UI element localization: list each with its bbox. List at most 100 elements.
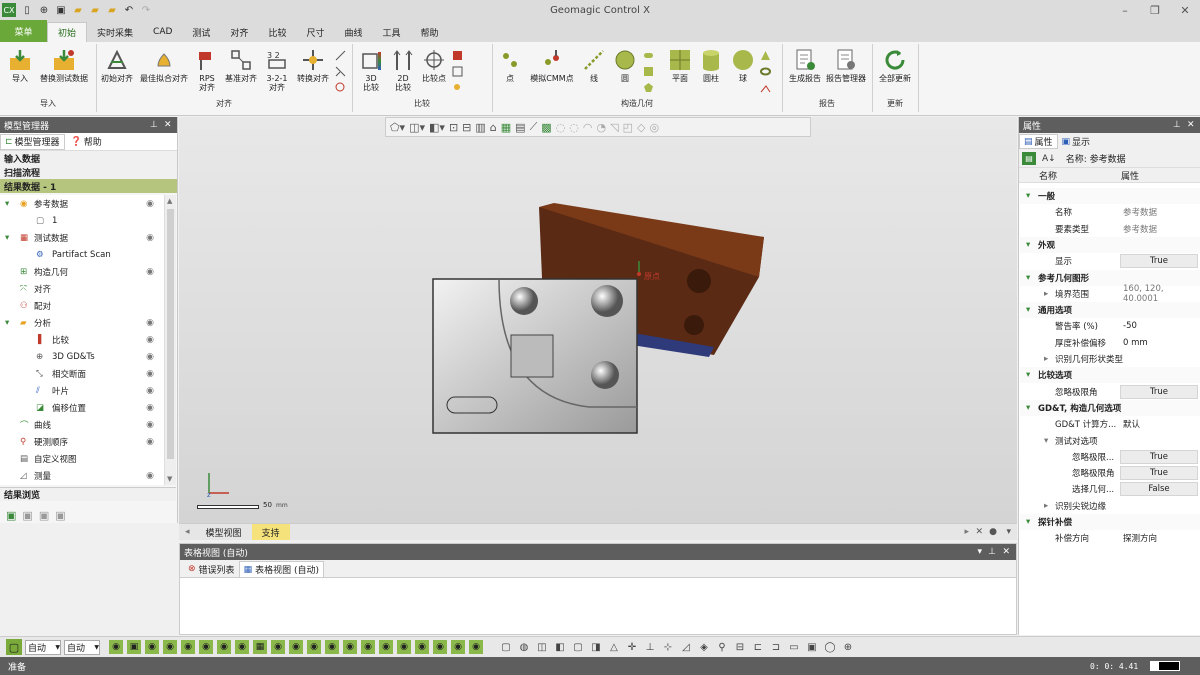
filter-toggle-icon[interactable]: ◉ bbox=[289, 640, 303, 654]
property-row[interactable]: 显示 True bbox=[1020, 253, 1200, 269]
property-row[interactable]: ▾ 外观 bbox=[1020, 236, 1200, 253]
tab-compare[interactable]: 比较 bbox=[258, 22, 296, 42]
part-model[interactable] bbox=[429, 197, 769, 437]
tab-menu[interactable]: 菜单 bbox=[0, 20, 47, 42]
filter-toggle-icon[interactable]: ◉ bbox=[361, 640, 375, 654]
select-mode-icon[interactable]: ▢ bbox=[6, 639, 22, 655]
property-row[interactable]: 忽略极限角 True bbox=[1020, 384, 1200, 400]
expand-icon[interactable]: ▾ bbox=[1026, 273, 1030, 283]
property-row[interactable]: ▾ 探针补偿 bbox=[1020, 514, 1200, 530]
result-browse-icon-3[interactable]: ▣ bbox=[39, 509, 49, 522]
cone-icon[interactable] bbox=[760, 50, 771, 61]
tab-tools[interactable]: 工具 bbox=[372, 22, 410, 42]
sphere-button[interactable]: 球 bbox=[729, 48, 757, 83]
eye-icon[interactable]: ◉ bbox=[146, 386, 154, 396]
polygon-icon[interactable] bbox=[643, 82, 654, 93]
property-row[interactable]: 名称 参考数据 bbox=[1020, 204, 1200, 220]
section-scan-flow[interactable]: 扫描流程 bbox=[0, 165, 177, 179]
view-tool-icon[interactable]: ▣ bbox=[805, 640, 819, 654]
view-tool-icon[interactable]: ◫ bbox=[535, 640, 549, 654]
tree-item-construct-geometry[interactable]: ⊞ 构造几何 ◉ bbox=[0, 263, 176, 280]
minimize-icon[interactable]: – bbox=[1110, 0, 1140, 20]
view-tool-icon[interactable]: ◨ bbox=[589, 640, 603, 654]
cylinder-button[interactable]: 圆柱 bbox=[697, 48, 725, 83]
eye-icon[interactable]: ◉ bbox=[146, 233, 154, 243]
three21-align-button[interactable]: 3 2 3-2-1 对齐 bbox=[262, 48, 292, 92]
table-menu-icon[interactable]: ▾ bbox=[977, 547, 982, 557]
select-lasso-icon[interactable]: ◠ bbox=[583, 121, 593, 134]
tab-model-view[interactable]: 模型视图 bbox=[195, 524, 252, 540]
tree-item-pair[interactable]: ⚇ 配对 bbox=[0, 297, 176, 314]
tab-curve[interactable]: 曲线 bbox=[334, 22, 372, 42]
property-value[interactable]: 参考数据 bbox=[1120, 205, 1198, 219]
select-extend-icon[interactable]: ◹ bbox=[610, 121, 618, 134]
filter-toggle-icon[interactable]: ◉ bbox=[397, 640, 411, 654]
filter-toggle-icon[interactable]: ◉ bbox=[325, 640, 339, 654]
tree-item-measure[interactable]: ◿ 测量 ◉ bbox=[0, 467, 176, 484]
eye-icon[interactable]: ◉ bbox=[146, 318, 154, 328]
select-brush-icon[interactable]: ◔ bbox=[597, 121, 607, 134]
view-tool-icon[interactable]: ⊟ bbox=[733, 640, 747, 654]
tab-support[interactable]: 支持 bbox=[251, 524, 290, 540]
filter-toggle-icon[interactable]: ◉ bbox=[343, 640, 357, 654]
property-row[interactable]: ▾ 一般 bbox=[1020, 188, 1200, 204]
restore-icon[interactable]: ❐ bbox=[1140, 0, 1170, 20]
view-tool-icon[interactable]: ◧ bbox=[553, 640, 567, 654]
tree-item-analysis[interactable]: ▾ ▰ 分析 ◉ bbox=[0, 314, 176, 331]
tabs-menu-icon[interactable]: ▾ bbox=[1006, 527, 1011, 537]
view-tool-icon[interactable]: ⊐ bbox=[769, 640, 783, 654]
view-model-icon[interactable]: ⌂ bbox=[490, 121, 497, 134]
property-row[interactable]: 忽略极限角 True bbox=[1020, 465, 1200, 481]
close-icon[interactable]: ✕ bbox=[1170, 0, 1200, 20]
view-tool-icon[interactable]: ▢ bbox=[499, 640, 513, 654]
datum-align-button[interactable]: 基准对齐 bbox=[222, 48, 260, 83]
scroll-thumb[interactable] bbox=[167, 209, 174, 459]
filter-toggle-icon[interactable]: ◉ bbox=[145, 640, 159, 654]
tab-cad[interactable]: CAD bbox=[143, 22, 182, 42]
3d-viewport[interactable]: ⬠▾ ◫▾ ◧▾ ⊡ ⊟ ▥ ⌂ ▦ ▤ ⟋ ▩ ◌ ◌ ◠ ◔ ◹ ◰ ◇ ◎ bbox=[179, 117, 1017, 523]
tree-scrollbar[interactable]: ▲ ▼ bbox=[164, 195, 176, 485]
filter-toggle-icon[interactable]: ◉ bbox=[271, 640, 285, 654]
tree-item-probe-sequence[interactable]: ⚲ 硬测顺序 ◉ bbox=[0, 433, 176, 450]
compare-points-button[interactable]: 比较点 bbox=[420, 48, 448, 83]
expand-icon[interactable]: ▾ bbox=[1026, 370, 1030, 380]
filter-toggle-icon[interactable]: ◉ bbox=[199, 640, 213, 654]
filter-toggle-icon[interactable]: ◉ bbox=[181, 640, 195, 654]
view-section-icon[interactable]: ◧▾ bbox=[429, 121, 445, 134]
3d-compare-button[interactable]: 3D 比较 bbox=[356, 48, 386, 92]
select-circle-icon[interactable]: ◌ bbox=[556, 121, 566, 134]
tabs-pin-icon[interactable]: ● bbox=[989, 527, 997, 537]
tree-item-1[interactable]: ▢ 1 bbox=[0, 212, 176, 229]
filter-toggle-icon[interactable]: ◉ bbox=[451, 640, 465, 654]
property-row[interactable]: ▾ 测试对选项 bbox=[1020, 433, 1200, 449]
generate-report-button[interactable]: 生成报告 bbox=[786, 48, 824, 83]
property-row[interactable]: 警告率 (%) -50 bbox=[1020, 318, 1200, 334]
torus-icon[interactable] bbox=[760, 66, 771, 77]
filter-toggle-icon[interactable]: ◉ bbox=[433, 640, 447, 654]
expand-icon[interactable]: ▾ bbox=[1026, 240, 1030, 250]
view-tool-icon[interactable]: ◯ bbox=[823, 640, 837, 654]
expand-icon[interactable]: ▾ bbox=[1044, 436, 1048, 446]
tabs-left-arrow[interactable]: ◂ bbox=[185, 527, 190, 537]
categorize-icon[interactable]: ▤ bbox=[1022, 152, 1036, 165]
filter-toggle-icon[interactable]: ◉ bbox=[163, 640, 177, 654]
expand-icon[interactable]: ▸ bbox=[1044, 289, 1048, 299]
eye-icon[interactable]: ◉ bbox=[146, 437, 154, 447]
line-button[interactable]: 线 bbox=[580, 48, 608, 83]
property-value[interactable]: 参考数据 bbox=[1120, 222, 1198, 236]
property-value[interactable]: -50 bbox=[1120, 319, 1198, 333]
rect-icon[interactable] bbox=[643, 66, 654, 77]
select-line-icon[interactable]: ⟋ bbox=[530, 120, 538, 134]
view-tool-icon[interactable]: ◈ bbox=[697, 640, 711, 654]
property-row[interactable]: ▾ 比较选项 bbox=[1020, 367, 1200, 384]
expand-icon[interactable]: ▸ bbox=[1044, 501, 1048, 511]
tabs-right-arrow[interactable]: ▸ bbox=[964, 527, 969, 537]
eye-icon[interactable]: ◉ bbox=[146, 335, 154, 345]
property-row[interactable]: ▸ 识别几何形状类型 bbox=[1020, 351, 1200, 367]
tree-item-partifact-scan[interactable]: ⚙ Partifact Scan bbox=[0, 246, 176, 263]
circle-button[interactable]: 圆 bbox=[611, 48, 639, 83]
view-tool-icon[interactable]: ⊥ bbox=[643, 640, 657, 654]
section-input-data[interactable]: 输入数据 bbox=[0, 151, 177, 165]
property-row[interactable]: ▸ 境界范围 160, 120, 40.0001 bbox=[1020, 284, 1200, 304]
tab-dimension[interactable]: 尺寸 bbox=[296, 22, 334, 42]
